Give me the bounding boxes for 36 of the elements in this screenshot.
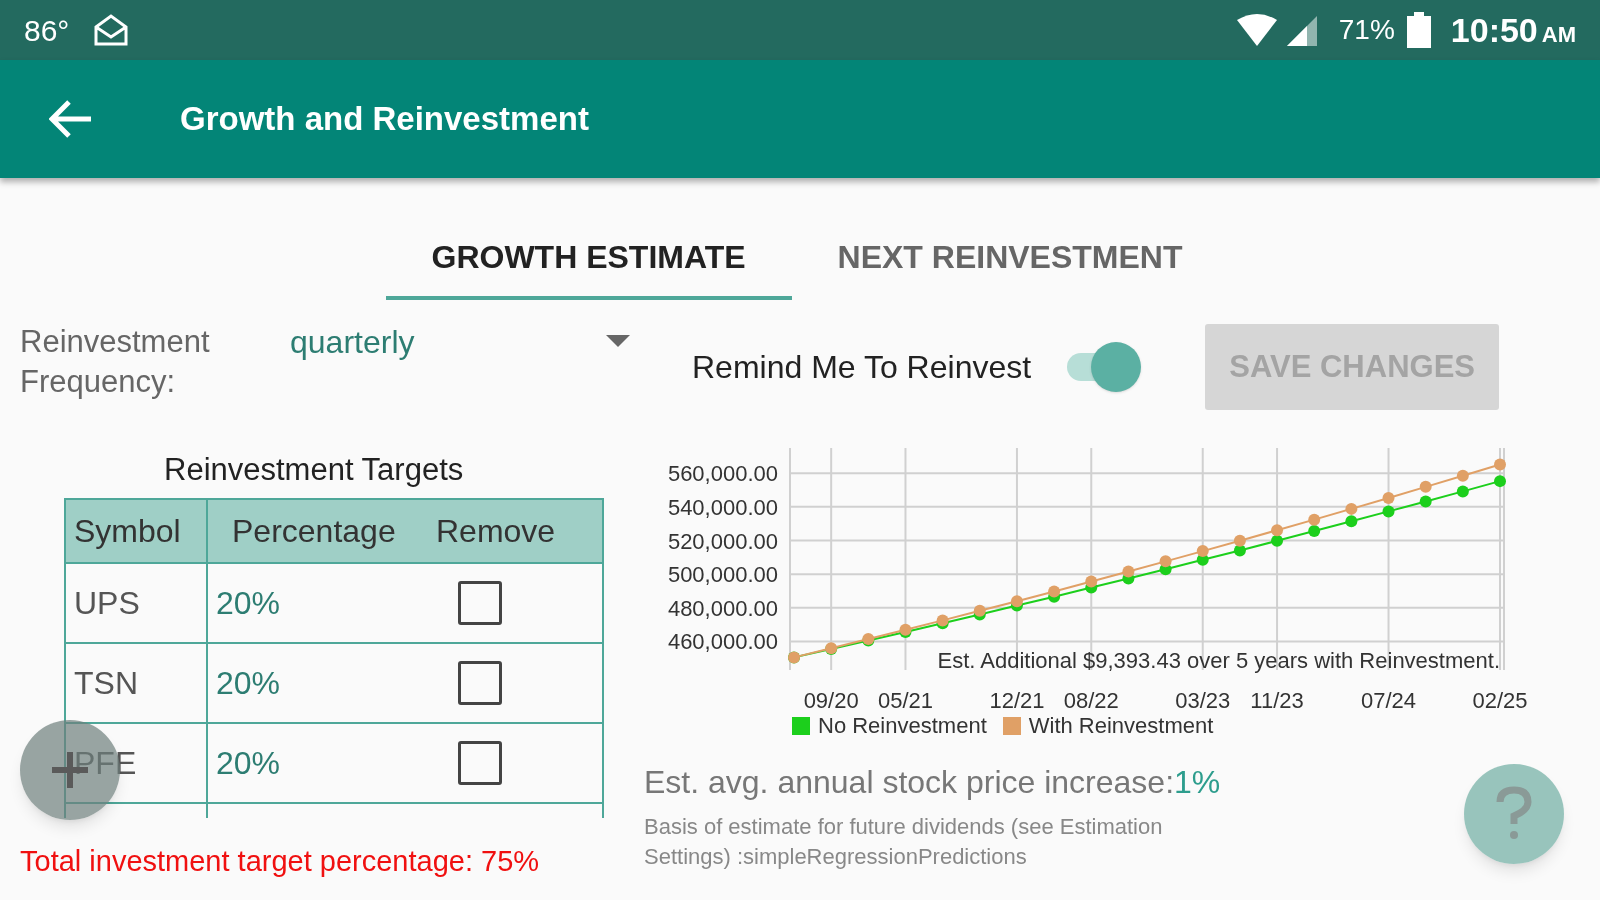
screen-title: Growth and Reinvestment [180,99,589,140]
legend-label: No Reinvestment [818,712,987,740]
x-tick-label: 08/22 [1063,688,1119,713]
estimate-value: 1% [1174,764,1221,800]
temperature-text: 86° [24,12,70,49]
x-tick-label: 11/23 [1250,688,1304,713]
clock-ampm: AM [1541,20,1576,49]
x-tick-label: 03/23 [1175,688,1231,713]
y-tick-label: 540,000.00 [667,494,778,520]
total-percentage-text: Total investment target percentage: 75% [20,843,541,879]
y-tick-label: 480,000.00 [667,595,778,621]
x-tick-label: 07/24 [1361,688,1417,713]
basis-text: Basis of estimate for future dividends (see Estimation Settings) :simpleRegressionPredictions [644,813,1164,871]
percentage-cell-text: 20% [215,583,282,623]
percentage-cell-text: 20% [215,663,282,703]
symbol-cell: UPS [66,563,208,642]
battery-percent: 71% [1338,13,1395,47]
percentage-cell-text: 20% [215,743,282,783]
y-tick-label: 500,000.00 [667,562,778,588]
chart-annotation: Est. Additional $9,393.43 over 5 years with Reinvestment. [937,648,1500,673]
column-header: Symbol [66,499,208,562]
frequency-label: Reinvestment Frequency: [20,323,211,401]
x-tick-label: 09/20 [803,688,859,713]
clock-time: 10:50 [1450,9,1538,51]
reminder-label: Remind Me To Reinvest [692,348,1032,387]
y-tick-label: 520,000.00 [667,528,778,554]
x-tick-label: 05/21 [877,688,933,713]
column-header: Percentage [231,511,397,551]
legend-label: With Reinvestment [1028,712,1214,740]
column-header: Remove [435,511,556,551]
table-title: Reinvestment Targets [164,451,465,489]
x-tick-label: 12/21 [989,688,1045,713]
y-tick-label: 460,000.00 [667,629,778,655]
x-tick-label: 02/25 [1472,688,1528,713]
estimate-text: Est. avg. annual stock price increase: [644,764,1175,800]
y-tick-label: 560,000.00 [667,461,778,487]
